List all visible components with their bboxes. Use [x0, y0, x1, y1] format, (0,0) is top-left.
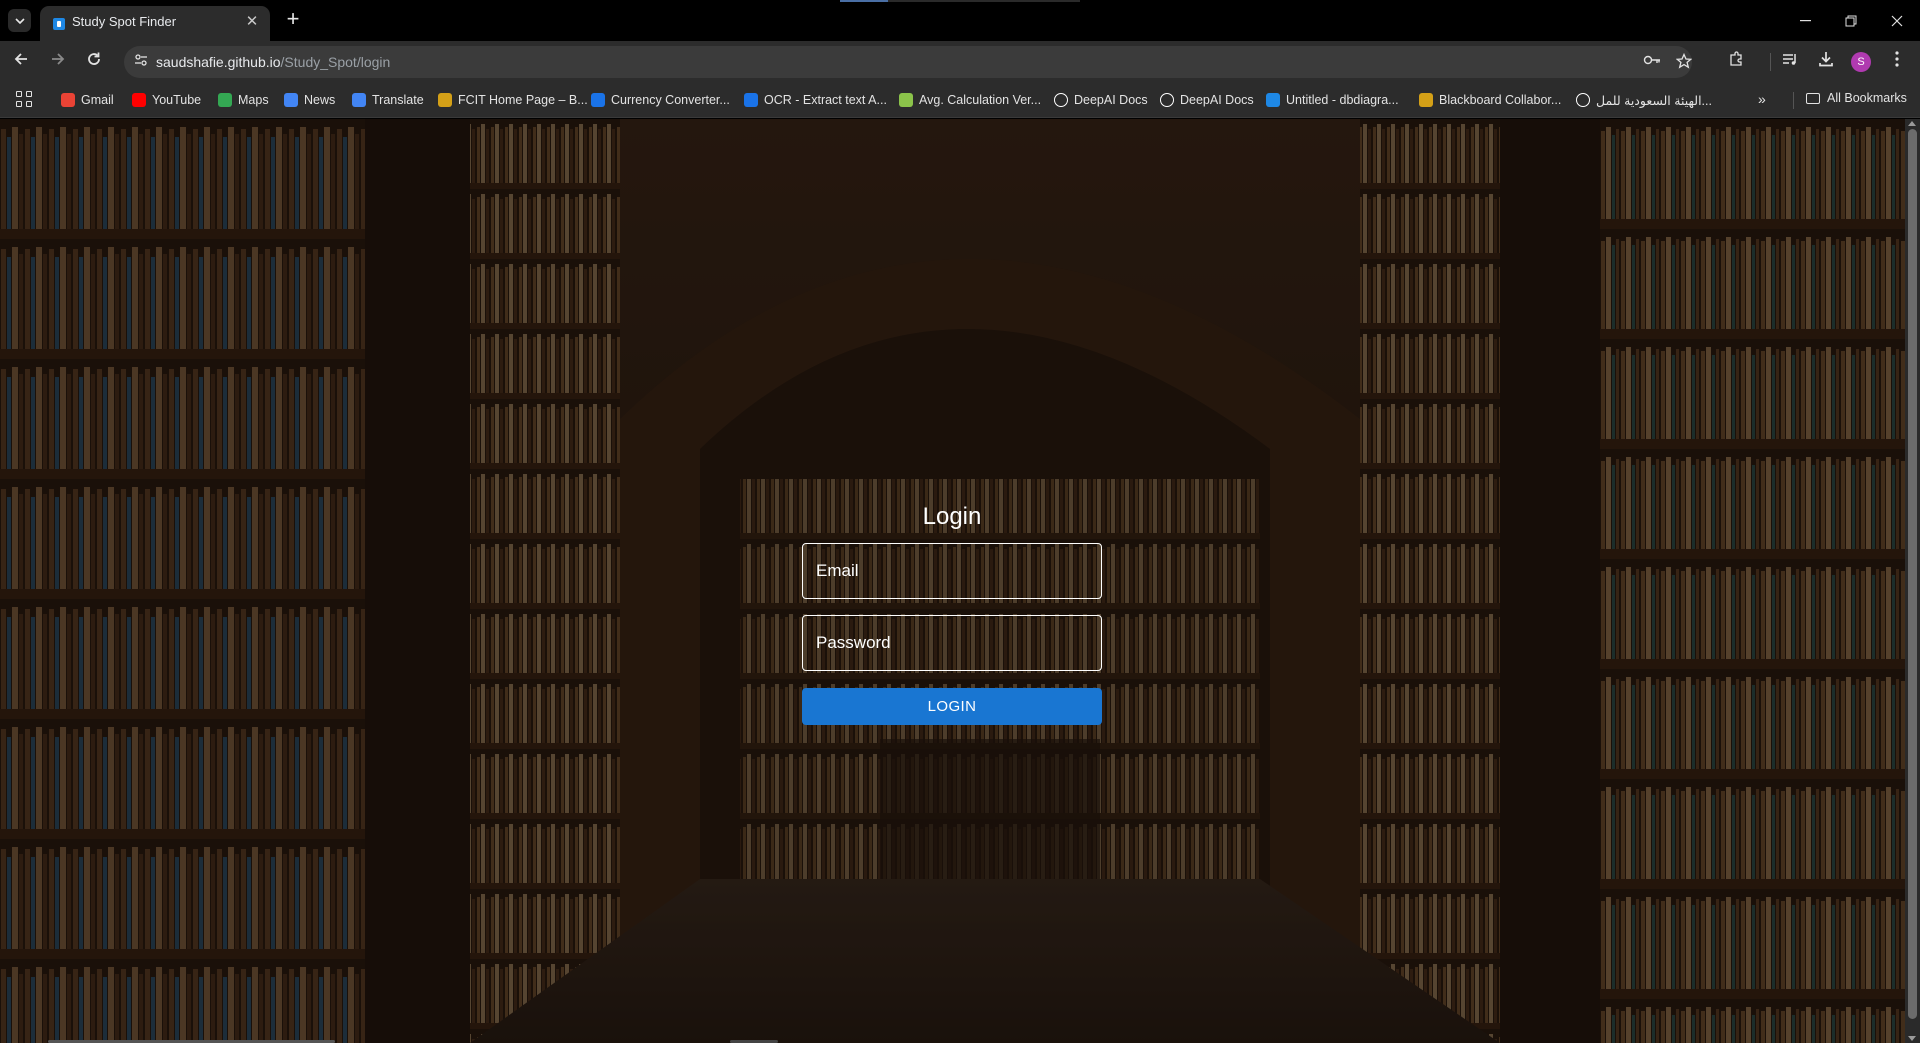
- scrollbar-thumb[interactable]: [1908, 129, 1917, 1019]
- scroll-down-arrow-icon[interactable]: [1908, 1036, 1916, 1041]
- bookmarks-bar: Gmail YouTube Maps News Translate FCIT Home P…: [0, 82, 1920, 118]
- forward-arrow-icon: [52, 53, 65, 65]
- currency-icon: [591, 93, 605, 107]
- dbdiagram-icon: [1266, 93, 1280, 107]
- bookmark-label: Avg. Calculation Ver...: [919, 93, 1042, 107]
- browser-toolbar: saudshafie.github.io/Study_Spot/login S: [0, 41, 1920, 82]
- bookmark-item[interactable]: DeepAI Docs: [1054, 91, 1148, 109]
- login-title: Login: [922, 503, 982, 530]
- bookmark-label: Translate: [372, 93, 424, 107]
- maps-icon: [218, 93, 232, 107]
- bookmark-item[interactable]: Untitled - dbdiagra...: [1266, 91, 1399, 109]
- menu-kebab-icon[interactable]: [1886, 51, 1908, 73]
- bookmark-label: الهيئة السعودية للمل...: [1596, 93, 1712, 108]
- bookmark-item[interactable]: Gmail: [61, 91, 114, 109]
- globe-icon: [1576, 93, 1590, 107]
- reload-button[interactable]: [83, 51, 105, 73]
- chevron-down-icon: [14, 17, 25, 24]
- blackboard-icon: [1419, 93, 1433, 107]
- url-host: saudshafie.github.io: [156, 54, 281, 70]
- fcit-icon: [438, 93, 452, 107]
- bookmark-label: DeepAI Docs: [1180, 93, 1254, 107]
- restore-icon: [1845, 15, 1857, 26]
- site-info-icon[interactable]: [132, 53, 150, 71]
- reload-icon: [88, 52, 100, 65]
- login-form: Login LOGIN: [802, 501, 1102, 725]
- bookmark-label: YouTube: [152, 93, 202, 107]
- bookmark-item[interactable]: News: [284, 91, 335, 109]
- address-bar[interactable]: saudshafie.github.io/Study_Spot/login: [124, 46, 1693, 78]
- site-favicon-icon: [53, 18, 65, 30]
- tab-title: Study Spot Finder: [72, 14, 177, 29]
- tab-study-spot-finder[interactable]: Study Spot Finder ✕: [40, 6, 270, 41]
- ocr-icon: [744, 93, 758, 107]
- bookmark-item[interactable]: Translate: [352, 91, 424, 109]
- extensions-icon[interactable]: [1725, 51, 1747, 73]
- folder-icon: [1806, 92, 1820, 104]
- password-field[interactable]: [802, 615, 1102, 671]
- bookmark-label: News: [304, 93, 336, 107]
- close-window-icon: [1891, 15, 1903, 26]
- avg-icon: [899, 93, 913, 107]
- bookmark-label: Untitled - dbdiagra...: [1286, 93, 1399, 107]
- tab-strip-indicator: [840, 0, 888, 2]
- url-text: saudshafie.github.io/Study_Spot/login: [156, 54, 390, 70]
- close-tab-icon[interactable]: ✕: [243, 13, 261, 31]
- bookmark-label: Currency Converter...: [611, 93, 730, 107]
- bookmark-item[interactable]: الهيئة السعودية للمل...: [1576, 91, 1712, 109]
- window-controls: [1782, 0, 1920, 41]
- minimize-button[interactable]: [1782, 0, 1828, 41]
- bookmark-item[interactable]: Maps: [218, 91, 269, 109]
- email-field[interactable]: [802, 543, 1102, 599]
- bookmark-item[interactable]: OCR - Extract text A...: [744, 91, 887, 109]
- deepai-icon: [1054, 93, 1068, 107]
- gmail-icon: [61, 93, 75, 107]
- bookmark-item[interactable]: Currency Converter...: [591, 91, 730, 109]
- vertical-scrollbar[interactable]: [1905, 119, 1920, 1043]
- more-bookmarks-icon[interactable]: »: [1758, 91, 1766, 107]
- translate-icon: [352, 93, 366, 107]
- bookmark-label: Gmail: [81, 93, 114, 107]
- forward-button[interactable]: [47, 51, 69, 73]
- all-bookmarks-label: All Bookmarks: [1827, 91, 1907, 105]
- bookmark-label: Blackboard Collabor...: [1439, 93, 1562, 107]
- bookmark-item[interactable]: FCIT Home Page – B...: [438, 91, 588, 109]
- page-viewport: Login LOGIN: [0, 119, 1905, 1043]
- bookmark-label: Maps: [238, 93, 269, 107]
- tune-icon: [135, 54, 147, 66]
- bookmark-label: OCR - Extract text A...: [764, 93, 887, 107]
- all-bookmarks-button[interactable]: All Bookmarks: [1806, 91, 1907, 105]
- url-path: /Study_Spot/login: [280, 54, 391, 70]
- bookmark-item[interactable]: YouTube: [132, 91, 201, 109]
- password-key-icon[interactable]: [1643, 53, 1661, 71]
- news-icon: [284, 93, 298, 107]
- youtube-icon: [132, 93, 146, 107]
- bookmark-label: FCIT Home Page – B...: [458, 93, 588, 107]
- tab-strip: Study Spot Finder ✕ +: [0, 0, 1920, 41]
- profile-avatar[interactable]: S: [1851, 52, 1871, 72]
- downloads-icon[interactable]: [1815, 51, 1837, 73]
- back-arrow-icon: [14, 53, 27, 65]
- bookmark-item[interactable]: DeepAI Docs: [1160, 91, 1254, 109]
- tab-search-button[interactable]: [8, 9, 31, 32]
- close-window-button[interactable]: [1874, 0, 1920, 41]
- media-controls-icon[interactable]: [1779, 51, 1801, 73]
- minimize-icon: [1799, 19, 1811, 21]
- back-button[interactable]: [10, 51, 32, 73]
- restore-button[interactable]: [1828, 0, 1874, 41]
- toolbar-divider: [1770, 53, 1771, 71]
- deepai-icon: [1160, 93, 1174, 107]
- bookmark-item[interactable]: Blackboard Collabor...: [1419, 91, 1561, 109]
- scroll-up-arrow-icon[interactable]: [1908, 121, 1916, 126]
- tab-strip-indicator-track: [888, 0, 1080, 2]
- bookmark-label: DeepAI Docs: [1074, 93, 1148, 107]
- login-button[interactable]: LOGIN: [802, 688, 1102, 725]
- bookmark-item[interactable]: Avg. Calculation Ver...: [899, 91, 1041, 109]
- bookmarks-divider: [1793, 92, 1794, 109]
- new-tab-icon[interactable]: +: [282, 8, 304, 31]
- apps-grid-icon[interactable]: [16, 91, 34, 109]
- bookmark-star-icon[interactable]: [1675, 52, 1693, 71]
